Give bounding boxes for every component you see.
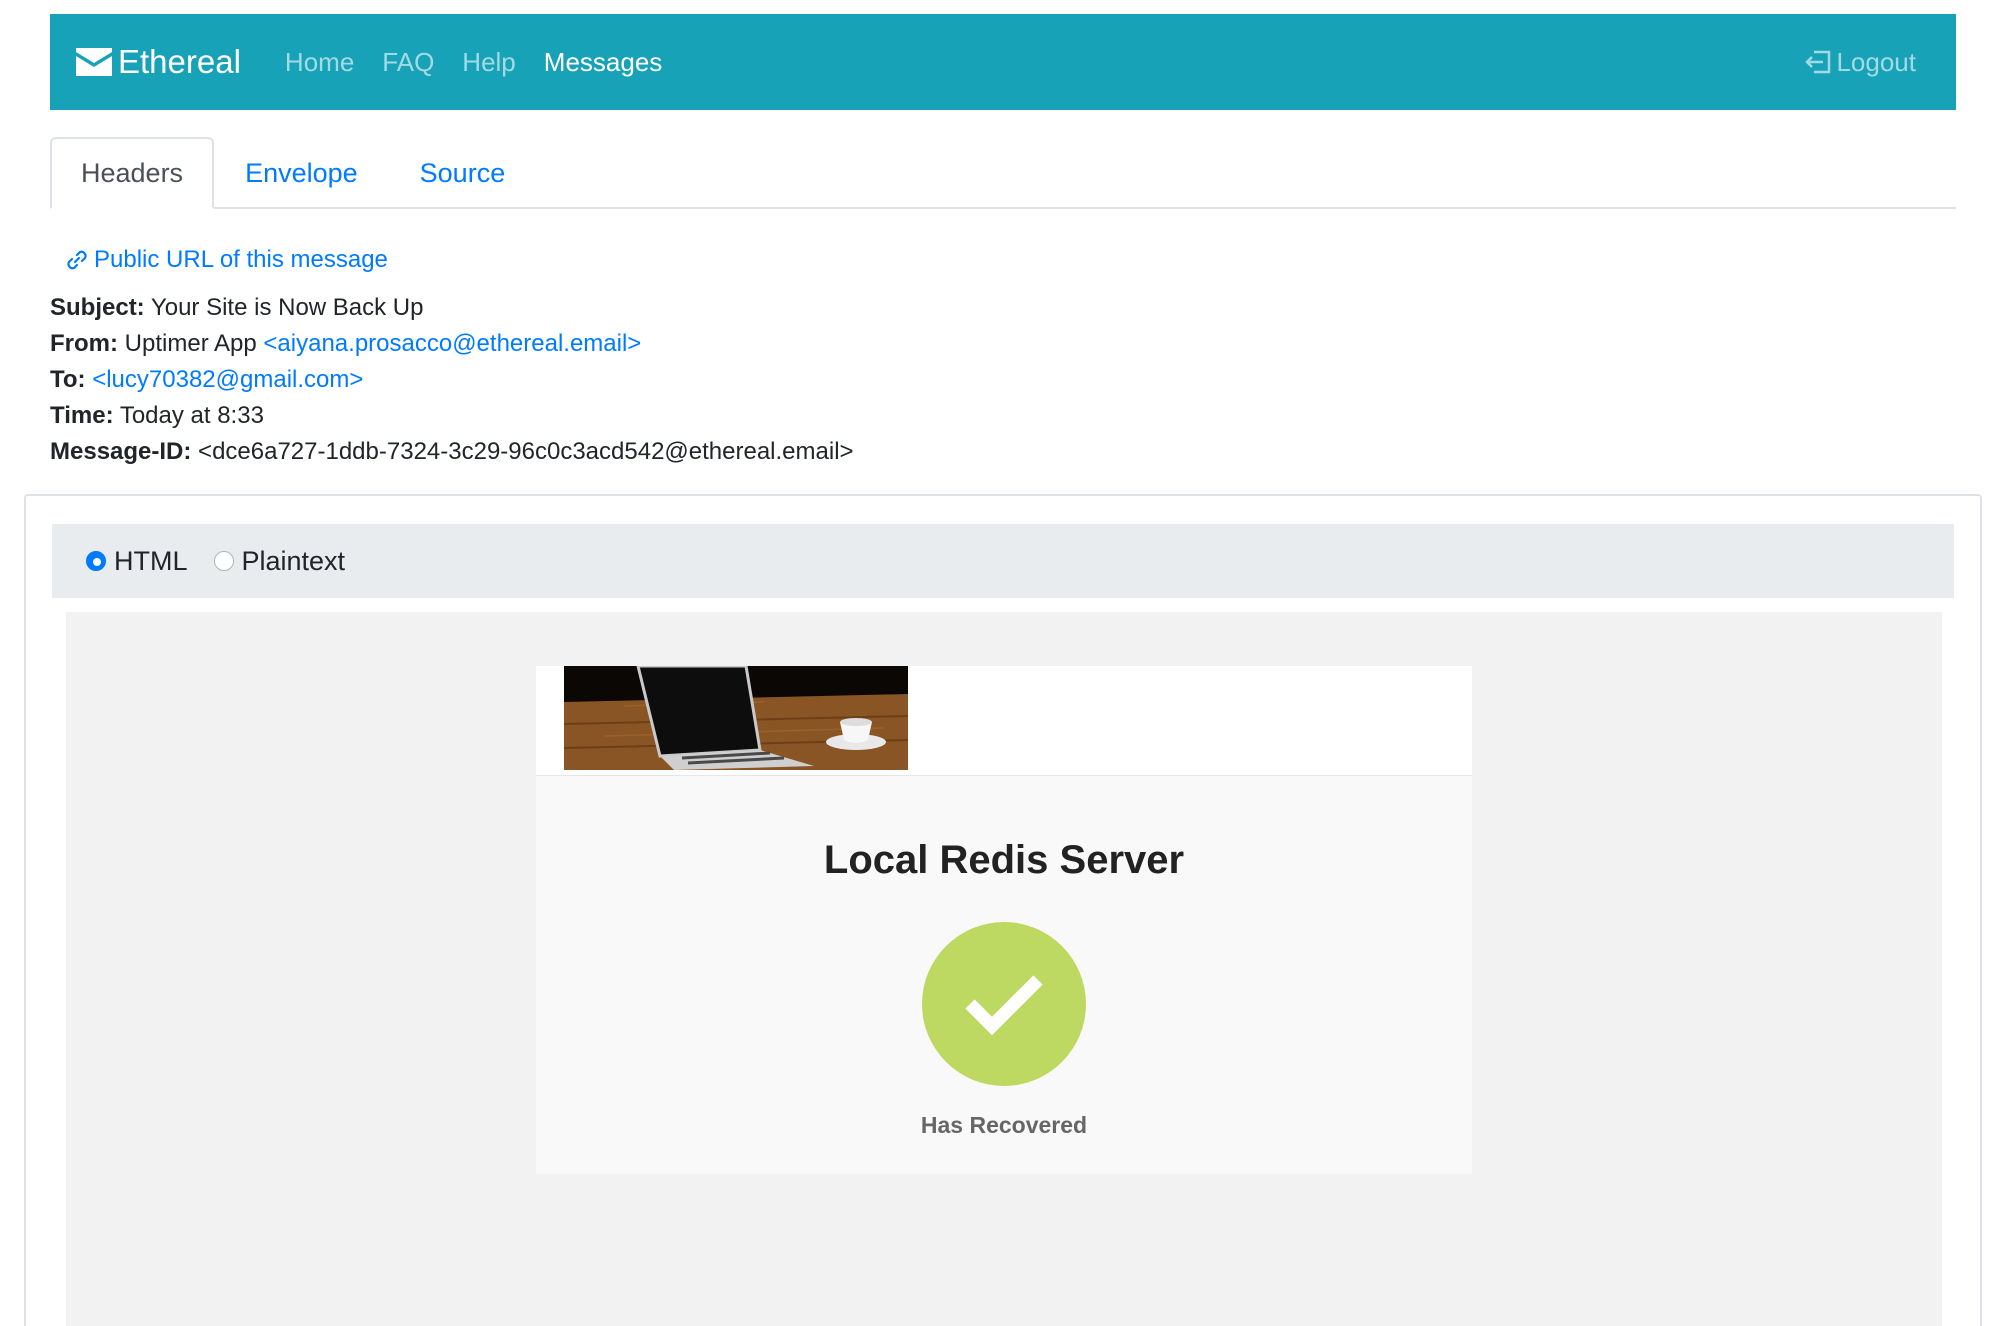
html-radio-label: HTML [114,545,188,576]
logout-icon [1805,50,1831,74]
check-icon [922,922,1086,1086]
public-url-link[interactable]: Public URL of this message [64,246,388,274]
html-preview-frame: Local Redis Server Has Recovered [66,612,1942,1326]
time-label: Time: [50,402,114,429]
nav-messages[interactable]: Messages [544,47,663,78]
nav-faq[interactable]: FAQ [382,47,434,78]
plaintext-radio-dot[interactable] [213,551,234,571]
time-row: Time: Today at 8:33 [50,398,854,434]
message-id-label: Message-ID: [50,438,192,465]
from-name: Uptimer App [124,330,257,357]
nav-help[interactable]: Help [462,47,515,78]
from-row: From: Uptimer App <aiyana.prosacco@ether… [50,326,854,362]
subject-value: Your Site is Now Back Up [150,294,424,321]
brand[interactable]: Ethereal [76,43,241,81]
tab-headers[interactable]: Headers [50,137,215,209]
message-id-value: <dce6a727-1ddb-7324-3c29-96c0c3acd542@et… [198,438,854,465]
message-headers: Subject: Your Site is Now Back Up From: … [50,290,854,470]
laptop-hero-image [564,666,908,770]
subject-label: Subject: [50,294,145,321]
brand-name: Ethereal [118,43,241,80]
to-row: To: <lucy70382@gmail.com> [50,362,854,398]
email-header [536,666,1472,776]
logout-link[interactable]: Logout [1804,47,1916,78]
time-value: Today at 8:33 [119,402,264,429]
to-email-link[interactable]: <lucy70382@gmail.com> [92,366,363,393]
logout-label: Logout [1836,46,1916,77]
message-tabs: Headers Envelope Source [50,137,1956,209]
plaintext-radio[interactable]: Plaintext [213,545,346,577]
email-content: Local Redis Server Has Recovered [536,666,1472,1174]
email-title: Local Redis Server [823,838,1185,882]
top-navbar: Ethereal Home FAQ Help Messages Logout [50,14,1956,110]
tab-envelope[interactable]: Envelope [214,137,389,209]
link-icon [67,250,87,270]
plaintext-radio-label: Plaintext [241,545,346,576]
envelope-icon [76,48,112,76]
message-id-row: Message-ID: <dce6a727-1ddb-7324-3c29-96c… [50,434,854,470]
to-label: To: [50,366,86,393]
from-email-link[interactable]: <aiyana.prosacco@ethereal.email> [263,330,641,357]
from-label: From: [50,330,118,357]
nav-home[interactable]: Home [285,47,354,78]
public-url-label: Public URL of this message [94,246,388,273]
html-radio[interactable]: HTML [86,546,188,577]
status-text: Has Recovered [920,1112,1088,1138]
message-body-card: HTML Plaintext Local Redis Server Has Re… [24,494,1982,1326]
format-selector: HTML Plaintext [52,524,1954,598]
subject-row: Subject: Your Site is Now Back Up [50,290,854,326]
tab-source[interactable]: Source [389,137,537,209]
html-radio-dot[interactable] [86,551,106,571]
